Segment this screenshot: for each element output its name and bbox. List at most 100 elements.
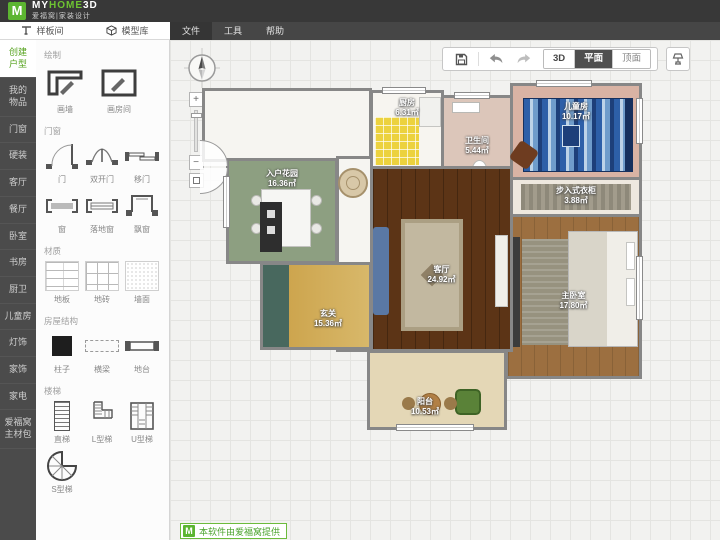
sidebar-item-living-room[interactable]: 客厅 <box>0 170 36 197</box>
tool-platform[interactable]: 地台 <box>122 330 162 375</box>
room-name: 入户花园 <box>266 169 298 178</box>
sidebar-item-kids-room[interactable]: 儿童房 <box>0 304 36 331</box>
save-icon <box>455 53 468 65</box>
sidebar-item-material-pack[interactable]: 爱福窝 主材包 <box>0 410 36 449</box>
dining-chair <box>311 223 322 234</box>
room-kids[interactable]: 儿童房 10.17㎡ <box>508 83 642 180</box>
bathroom-sink[interactable] <box>452 102 480 113</box>
window <box>636 98 643 144</box>
window <box>396 424 474 431</box>
tool-label: 横梁 <box>94 365 110 374</box>
tool-bay-window[interactable]: 飘窗 <box>122 190 162 235</box>
sidebar-item-lighting[interactable]: 灯饰 <box>0 330 36 357</box>
room-entry-hall[interactable]: 玄关 15.36㎡ <box>260 262 372 350</box>
room-corridor[interactable] <box>202 88 372 162</box>
tool-label: 直梯 <box>54 435 70 444</box>
door-icon <box>42 140 82 172</box>
sofa[interactable] <box>373 227 389 315</box>
tool-window[interactable]: 窗 <box>42 190 82 235</box>
tool-french-window[interactable]: 落地窗 <box>82 190 122 235</box>
sidebar-item-dining-room[interactable]: 餐厅 <box>0 197 36 224</box>
room-balcony[interactable]: 阳台 10.53㎡ <box>367 350 507 430</box>
living-rug[interactable] <box>401 219 463 331</box>
zoom-slider-handle[interactable] <box>191 113 202 118</box>
tab-model-library[interactable]: 模型库 <box>85 22 170 39</box>
menu-tools[interactable]: 工具 <box>212 22 254 40</box>
tool-u-stair[interactable]: U型梯 <box>122 400 162 445</box>
room-master-bedroom[interactable]: 主卧室 17.80㎡ <box>505 214 642 379</box>
platform-icon <box>122 330 162 362</box>
balcony-table[interactable] <box>419 393 441 415</box>
tool-double-door[interactable]: 双开门 <box>82 140 122 185</box>
sidebar-item-hard-decor[interactable]: 硬装 <box>0 143 36 171</box>
tool-straight-stair[interactable]: 直梯 <box>42 400 82 445</box>
sidebar-item-home-decor[interactable]: 家饰 <box>0 357 36 384</box>
app-window: M MYHOME3D 爱福窝|家装设计 样板间 模型库 文件 工具 帮助 创建 … <box>0 0 720 540</box>
redo-button[interactable] <box>510 48 537 70</box>
sidebar-item-study[interactable]: 书房 <box>0 250 36 277</box>
tool-label: U型梯 <box>131 435 153 444</box>
tab-sample-rooms[interactable]: 样板间 <box>0 22 85 39</box>
tool-wood-floor[interactable]: 地板 <box>42 260 82 305</box>
tool-l-stair[interactable]: L型梯 <box>82 400 122 445</box>
tool-label: 地台 <box>134 365 150 374</box>
view-3d-button[interactable]: 3D <box>544 50 575 68</box>
fuwo-logo: M <box>183 525 195 537</box>
room-name: 厨房 <box>399 98 415 107</box>
tool-wall-surface[interactable]: 墙面 <box>122 260 162 305</box>
room-living[interactable]: 客厅 24.92㎡ <box>370 166 513 352</box>
kitchen-counter[interactable] <box>260 202 282 252</box>
tool-sliding-door[interactable]: 移门 <box>122 140 162 185</box>
l-stair-icon <box>82 400 122 432</box>
closet-rug <box>521 184 631 210</box>
design-canvas[interactable]: + − 3D 平面 顶面 入户花园 16.36㎡ 厨房 6.31㎡ 卫生间 5.… <box>170 40 720 540</box>
room-walkin-closet[interactable]: 步入式衣柜 3.88㎡ <box>510 177 642 217</box>
view-plan-button[interactable]: 平面 <box>574 50 614 68</box>
undo-button[interactable] <box>483 48 510 70</box>
tool-label: 墙面 <box>134 295 150 304</box>
sidebar-item-create-floorplan[interactable]: 创建 户型 <box>0 40 36 79</box>
myhome3d-logo: M <box>8 2 26 20</box>
tool-draw-room[interactable]: 画房间 <box>96 64 142 115</box>
view-ceiling-button[interactable]: 顶面 <box>613 50 651 68</box>
compass[interactable] <box>184 48 220 93</box>
room-kitchen[interactable]: 厨房 6.31㎡ <box>370 90 444 170</box>
tool-column[interactable]: 柱子 <box>42 330 82 375</box>
sidebar-item-bedroom[interactable]: 卧室 <box>0 224 36 251</box>
section-materials: 材质 <box>44 246 62 256</box>
tab-sample-rooms-label: 样板间 <box>36 26 64 36</box>
cube-icon <box>106 25 118 36</box>
sidebar-item-doors-windows[interactable]: 门窗 <box>0 117 36 144</box>
tool-draw-wall[interactable]: 画墙 <box>42 64 88 115</box>
brand-3d: 3D <box>83 0 98 11</box>
tool-door[interactable]: 门 <box>42 140 82 185</box>
sidebar-item-appliances[interactable]: 家电 <box>0 384 36 411</box>
tool-label: 画墙 <box>57 105 73 114</box>
save-button[interactable] <box>449 48 474 70</box>
rattan-chair[interactable] <box>338 168 368 198</box>
tool-floor-tile[interactable]: 地砖 <box>82 260 122 305</box>
tool-beam[interactable]: 横梁 <box>82 330 122 375</box>
balcony-plant[interactable] <box>455 389 481 415</box>
master-bed[interactable] <box>568 231 638 347</box>
wall-texture-icon <box>122 260 162 292</box>
room-entry-garden[interactable]: 入户花园 16.36㎡ <box>226 158 338 264</box>
lamp-tool-button[interactable] <box>666 47 691 71</box>
tool-spiral-stair[interactable]: S型梯 <box>42 450 82 495</box>
sidebar-item-my-items[interactable]: 我的 物品 <box>0 78 36 117</box>
redo-icon <box>517 54 531 64</box>
zoom-slider[interactable] <box>191 110 202 152</box>
brand-text: MYHOME3D 爱福窝|家装设计 <box>32 0 98 21</box>
tool-label: 飘窗 <box>134 225 150 234</box>
kids-bed[interactable] <box>523 98 633 172</box>
brand-subtitle: 爱福窝|家装设计 <box>32 13 91 20</box>
window <box>636 256 643 320</box>
kitchen-cabinets[interactable] <box>375 117 419 165</box>
menu-file[interactable]: 文件 <box>170 22 213 40</box>
sidebar-item-kitchen-bath[interactable]: 厨卫 <box>0 277 36 304</box>
dining-chair <box>311 195 322 206</box>
floor-texture-icon <box>42 260 82 292</box>
fridge[interactable] <box>419 97 441 127</box>
menu-help[interactable]: 帮助 <box>254 22 296 40</box>
tv-cabinet[interactable] <box>495 235 508 307</box>
